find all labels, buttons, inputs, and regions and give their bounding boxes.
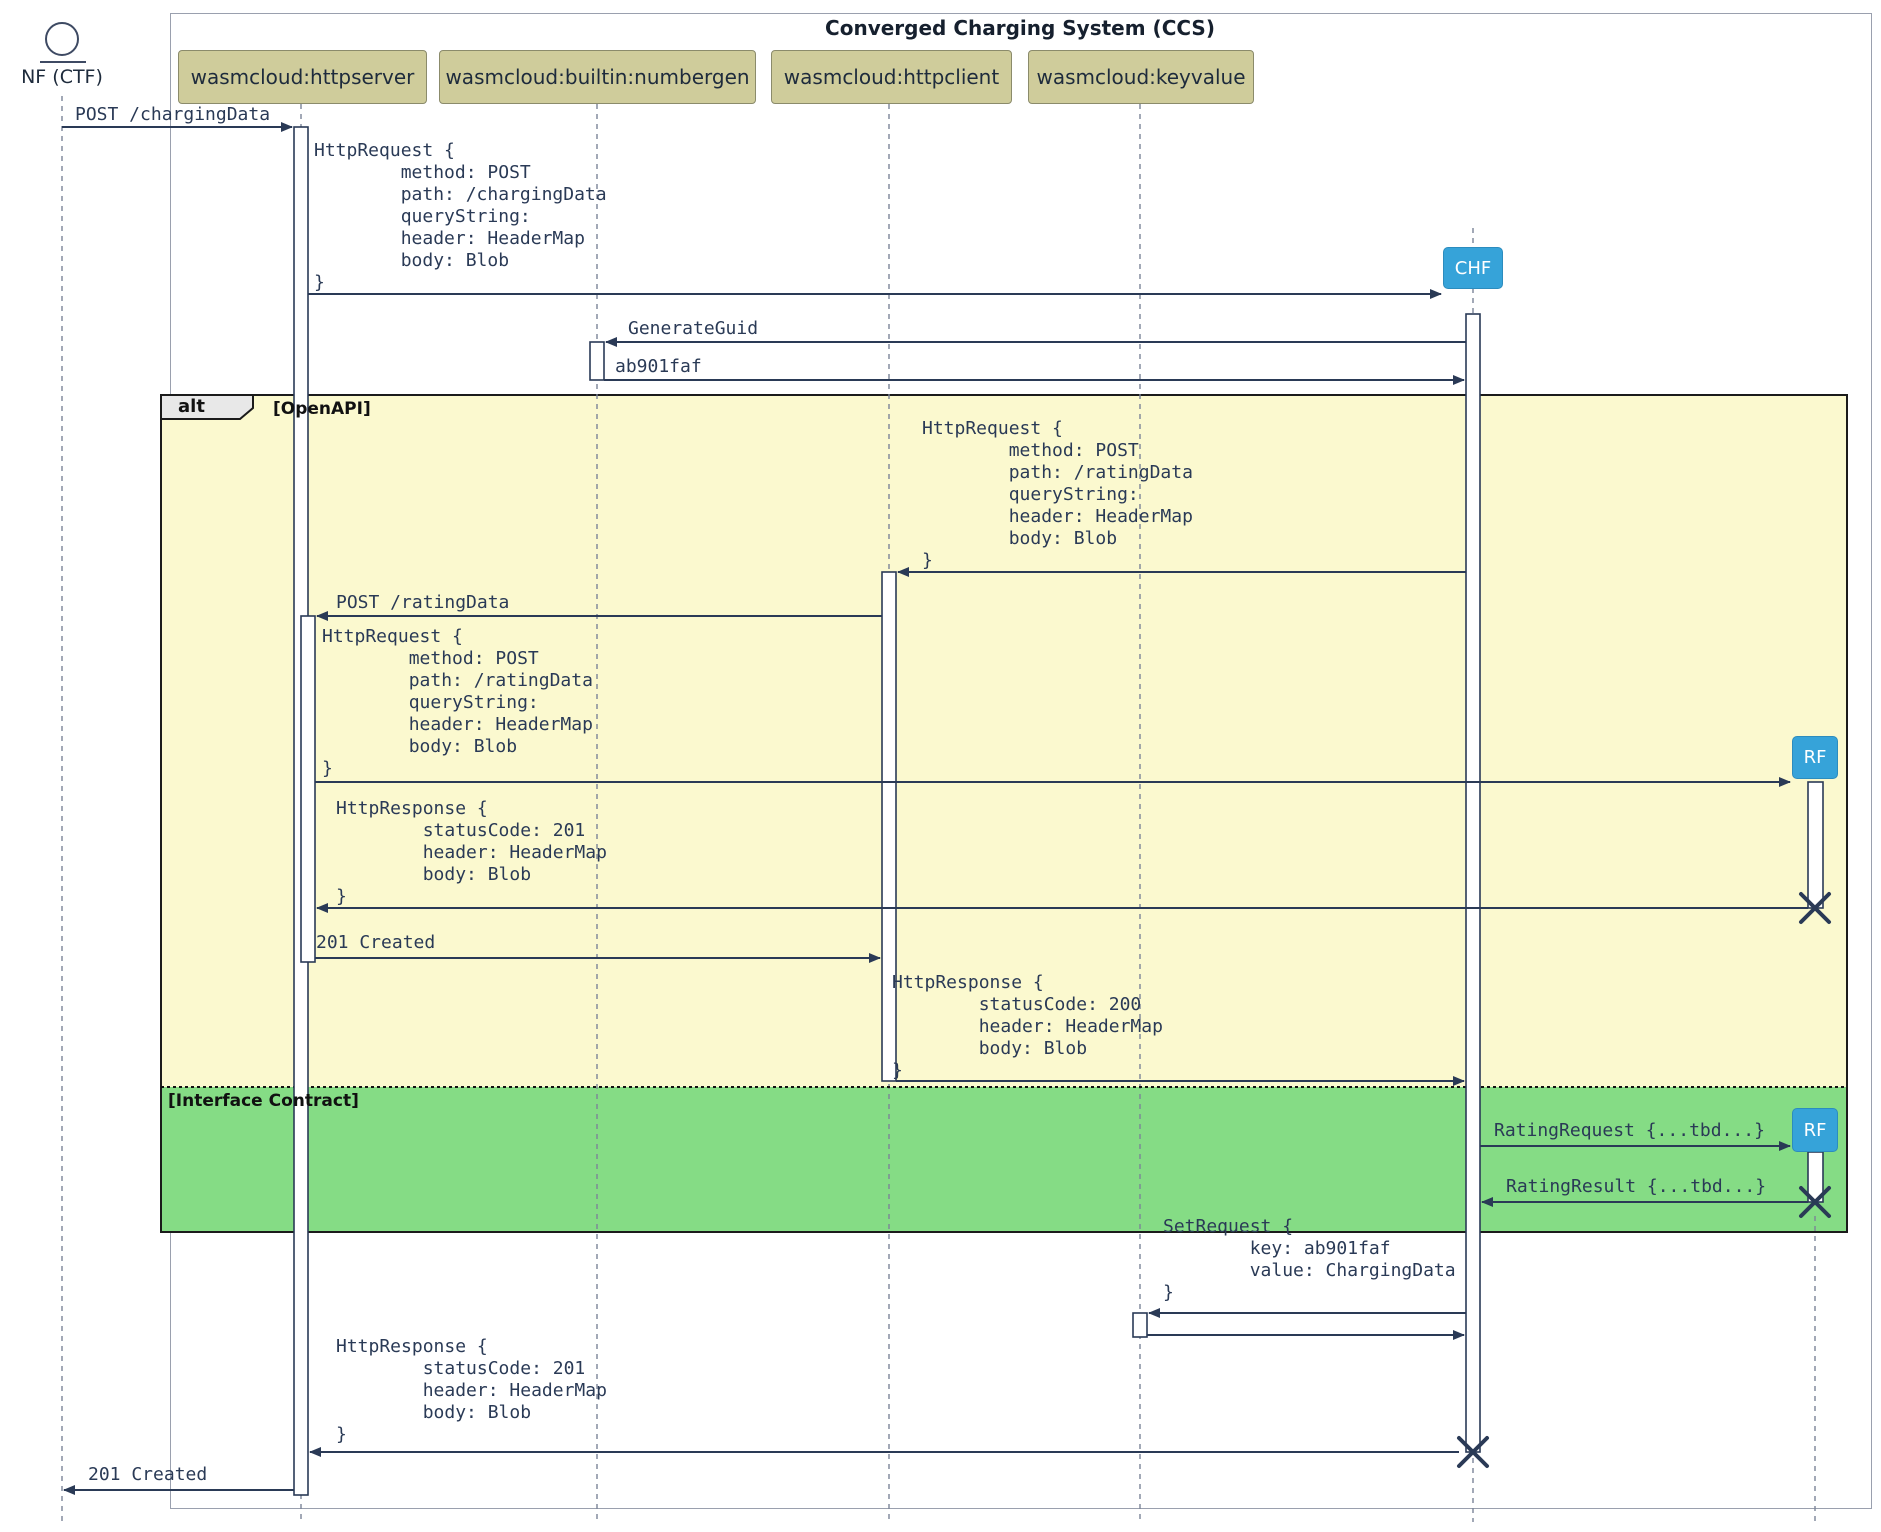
msg-httpresponse-200: HttpResponse { statusCode: 200 header: H… [892, 972, 1163, 1082]
msg-httprequest-rating-client: HttpRequest { method: POST path: /rating… [922, 418, 1193, 572]
activation-chf [1466, 314, 1480, 1452]
activation-numbergen [590, 342, 604, 380]
msg-generateguid: GenerateGuid [628, 318, 758, 340]
object-rf-openapi-label: RF [1804, 747, 1827, 768]
msg-setrequest: SetRequest { key: ab901faf value: Chargi… [1163, 1216, 1456, 1304]
msg-guid-result: ab901faf [615, 356, 702, 378]
activation-rf-openapi [1808, 782, 1823, 908]
object-rf-openapi: RF [1792, 736, 1838, 779]
msg-httprequest-rating-rf: HttpRequest { method: POST path: /rating… [322, 626, 593, 780]
alt-operator-label: alt [178, 396, 205, 417]
alt-guard-interface-contract: [Interface Contract] [168, 1091, 359, 1111]
msg-201-created-end: 201 Created [88, 1464, 207, 1486]
msg-httprequest-charging: HttpRequest { method: POST path: /chargi… [314, 140, 607, 294]
msg-ratingrequest: RatingRequest {...tbd...} [1494, 1120, 1765, 1142]
msg-ratingresult: RatingResult {...tbd...} [1506, 1176, 1766, 1198]
alt-operator-tab [161, 395, 253, 419]
msg-post-ratingdata: POST /ratingData [336, 592, 509, 614]
activation-keyvalue [1133, 1313, 1147, 1337]
alt-guard-openapi: [OpenAPI] [273, 399, 371, 419]
object-rf-contract-label: RF [1804, 1120, 1827, 1141]
object-chf-label: CHF [1455, 258, 1491, 279]
msg-post-chargingdata: POST /chargingData [75, 104, 270, 126]
sequence-diagram: Converged Charging System (CCS) NF (CTF)… [0, 0, 1881, 1532]
msg-httpresponse-201-rf: HttpResponse { statusCode: 201 header: H… [336, 798, 607, 908]
msg-httpresponse-201-final: HttpResponse { statusCode: 201 header: H… [336, 1336, 607, 1446]
msg-201-created-mid: 201 Created [316, 932, 435, 954]
diagram-lines-layer [0, 0, 1881, 1532]
object-rf-contract: RF [1792, 1108, 1838, 1152]
object-chf: CHF [1443, 247, 1503, 289]
activation-httpserver-nested [301, 616, 315, 962]
